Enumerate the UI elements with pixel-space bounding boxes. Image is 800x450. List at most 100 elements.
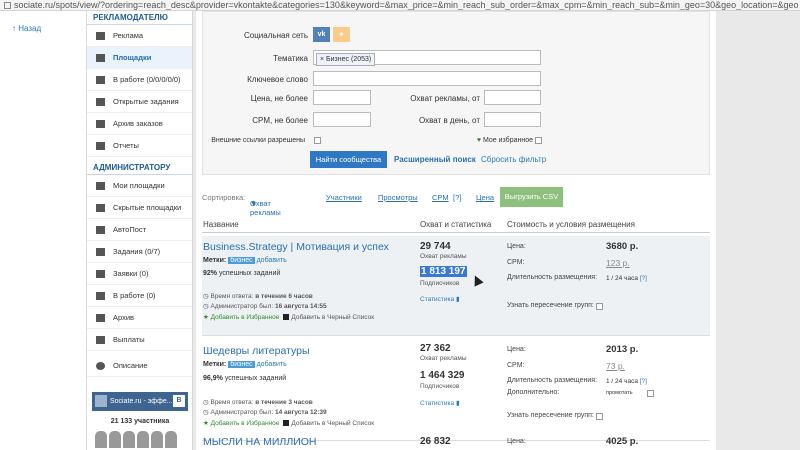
- sidebar-item[interactable]: Отчеты: [87, 135, 192, 157]
- vk-widget[interactable]: Sociate.ru - эффе... B: [92, 392, 188, 411]
- clock-icon: ◷: [203, 293, 209, 300]
- avatar[interactable]: [109, 431, 121, 448]
- sidebar-item-label: Выплаты: [113, 335, 145, 344]
- admin-last-seen: ◷ Администратор был: 14 августа 12:39: [203, 408, 327, 416]
- keyword-input[interactable]: [313, 71, 541, 86]
- tag-badge[interactable]: бизнес: [228, 257, 255, 264]
- ok-icon: ✦: [338, 30, 345, 39]
- favorites-checkbox[interactable]: [535, 137, 542, 144]
- response-value: в течение 3 часов: [255, 399, 313, 406]
- sidebar-item[interactable]: Архив заказов: [87, 113, 192, 135]
- sidebar-item[interactable]: Реклама: [87, 25, 192, 47]
- sidebar-item[interactable]: Заявки (0): [87, 263, 192, 285]
- response-label: Время ответа:: [210, 399, 254, 406]
- sidebar-item[interactable]: Задания (0/7): [87, 241, 192, 263]
- price-caption: Цена:: [507, 438, 526, 445]
- list-icon: [96, 54, 105, 62]
- price-value: 4025 р.: [606, 436, 639, 447]
- favorites-label: ♥ Мое избранное: [465, 137, 533, 144]
- community-name-link[interactable]: МЫСЛИ НА МИЛЛИОН: [203, 436, 317, 448]
- cpm-help-link[interactable]: [?]: [453, 193, 461, 202]
- row-actions: ★ Добавить в Избранное Добавить в Черный …: [203, 313, 374, 321]
- reach-value: 27 362: [420, 343, 451, 354]
- tags-label: Метки:: [203, 257, 227, 264]
- sidebar-item-label: Реклама: [113, 31, 144, 40]
- avatar[interactable]: [151, 431, 163, 448]
- star-icon: ★: [203, 314, 209, 321]
- sidebar-item[interactable]: Открытые задания: [87, 91, 192, 113]
- statistics-link[interactable]: Статистика ▮: [420, 295, 460, 303]
- sidebar-item[interactable]: Выплаты: [87, 329, 192, 351]
- add-favorite-link[interactable]: ★ Добавить в Избранное: [203, 420, 279, 427]
- price-caption: Цена:: [507, 346, 526, 353]
- cross-groups-checkbox[interactable]: [596, 413, 603, 420]
- left-gutter: ↑ Назад: [0, 11, 87, 450]
- community-name-link[interactable]: Шедевры литературы: [203, 345, 310, 357]
- sidebar-item-about[interactable]: Описание: [87, 355, 192, 377]
- sidebar-item[interactable]: Скрытые площадки: [87, 197, 192, 219]
- cross-groups-caption: Узнать пересечение групп:: [507, 302, 594, 309]
- find-communities-button[interactable]: Найти сообщества: [310, 151, 387, 168]
- admin-last-seen: ◷ Администратор был: 16 августа 14:55: [203, 302, 327, 310]
- reach-caption: Охват рекламы: [420, 253, 467, 260]
- duration-value: 1 / 24 часа [?]: [606, 378, 647, 385]
- cpm-caption: CPM:: [507, 259, 525, 266]
- duration-text: 1 / 24 часа: [606, 275, 638, 282]
- address-bar[interactable]: sociate.ru/spots/view/?ordering=reach_de…: [0, 0, 800, 11]
- sidebar-item[interactable]: В работе (0): [87, 285, 192, 307]
- add-tag-link[interactable]: добавить: [257, 257, 287, 264]
- reach-input[interactable]: [484, 90, 541, 105]
- blacklist-icon: [283, 314, 290, 320]
- extended-search-link[interactable]: Расширенный поиск: [394, 155, 476, 164]
- cross-groups-checkbox[interactable]: [596, 303, 603, 310]
- sort-members-link[interactable]: Участники: [326, 193, 362, 202]
- avatar[interactable]: [165, 431, 177, 448]
- topic-tag[interactable]: × Бизнес (2053): [316, 53, 376, 66]
- avatar[interactable]: [95, 431, 107, 448]
- subscribers-value: 1 464 329: [420, 370, 465, 381]
- sort-price-link[interactable]: Цена: [476, 193, 494, 202]
- sort-desc-icon: ▼: [250, 199, 258, 208]
- sort-bar: Сортировка: Охват рекламы ▼ Участники Пр…: [202, 187, 710, 217]
- bar-chart-icon: ▮: [455, 400, 460, 407]
- subscribers-value: 1 813 197: [420, 266, 467, 277]
- sidebar-item[interactable]: Архив: [87, 307, 192, 329]
- community-name-link[interactable]: Business.Strategy | Мотивация и успех: [203, 241, 389, 253]
- vk-network-button[interactable]: vk: [313, 27, 330, 42]
- tags-label: Метки:: [203, 361, 227, 368]
- subscribers-caption: Подписчиков: [420, 383, 460, 390]
- bookmark-icon: [96, 32, 105, 40]
- sidebar-item[interactable]: Площадки: [87, 47, 192, 69]
- price-value: 3680 р.: [606, 241, 639, 252]
- statistics-link[interactable]: Статистика ▮: [420, 399, 460, 407]
- ok-network-button[interactable]: ✦: [333, 27, 350, 42]
- back-link[interactable]: ↑ Назад: [12, 24, 41, 33]
- play-icon: [96, 98, 105, 106]
- tag-badge[interactable]: бизнес: [228, 361, 255, 368]
- sidebar-item-label: Заявки (0): [113, 269, 149, 278]
- star-icon: ★: [203, 420, 209, 427]
- sidebar-item[interactable]: В работе (0/0/0/0/0): [87, 69, 192, 91]
- add-tag-link[interactable]: добавить: [257, 361, 287, 368]
- avatar[interactable]: [137, 431, 149, 448]
- add-favorite-link[interactable]: ★ Добавить в Избранное: [203, 314, 279, 321]
- row-tags: Метки: бизнес добавить: [203, 257, 287, 264]
- price-input[interactable]: [313, 90, 371, 105]
- export-csv-button[interactable]: Выгрузить CSV: [500, 187, 563, 207]
- duration-help-link[interactable]: [?]: [640, 378, 647, 385]
- sidebar-item[interactable]: АвтоПост: [87, 219, 192, 241]
- sort-cpm-link[interactable]: CPM: [432, 193, 449, 202]
- extra-checkbox[interactable]: [647, 390, 654, 397]
- avatar[interactable]: [123, 431, 135, 448]
- add-blacklist-link[interactable]: Добавить в Черный Список: [291, 420, 374, 427]
- sort-views-link[interactable]: Просмотры: [378, 193, 418, 202]
- duration-value: 1 / 24 часа [?]: [606, 275, 647, 282]
- add-blacklist-link[interactable]: Добавить в Черный Список: [291, 314, 374, 321]
- reset-filter-link[interactable]: Сбросить фильтр: [481, 155, 546, 164]
- sidebar-item[interactable]: Мои площадки: [87, 175, 192, 197]
- external-links-checkbox[interactable]: [314, 137, 321, 144]
- reach-day-input[interactable]: [484, 112, 541, 127]
- duration-caption: Длительность размещения:: [507, 377, 598, 384]
- duration-help-link[interactable]: [?]: [640, 275, 647, 282]
- cpm-input[interactable]: [313, 112, 371, 127]
